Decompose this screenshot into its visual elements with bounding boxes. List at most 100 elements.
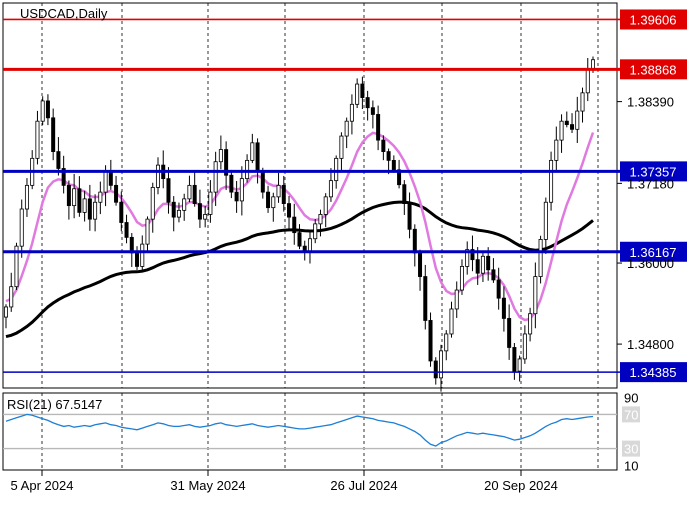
- candle-body-bull: [543, 201, 548, 240]
- candle-body-bull: [554, 139, 559, 161]
- candle-body-bull: [538, 239, 543, 277]
- candle: [538, 235, 543, 284]
- candle-body-bear: [255, 142, 260, 173]
- candle-body-bull: [150, 186, 155, 220]
- candle-body-bear: [56, 151, 61, 169]
- candle-body-bear: [124, 222, 129, 238]
- candle-body-bull: [155, 164, 160, 188]
- candle-body-bull: [454, 289, 459, 310]
- candle-body-bear: [512, 347, 517, 372]
- candle-body-bear: [402, 184, 407, 205]
- chart-title: USDCAD,Daily: [20, 6, 108, 21]
- candle-body-bear: [166, 178, 171, 203]
- candle-body-bull: [239, 178, 244, 202]
- level-label: 1.38868: [630, 62, 677, 77]
- level-label: 1.39606: [630, 12, 677, 27]
- candle-body-bull: [355, 83, 360, 105]
- candle: [40, 96, 45, 126]
- x-tick-label: 5 Apr 2024: [11, 478, 74, 493]
- candle-body-bull: [271, 196, 276, 209]
- candle-body-bull: [318, 214, 323, 225]
- candle-body-bear: [428, 320, 433, 362]
- candle-body-bear: [496, 279, 501, 299]
- chart-canvas: 1.396061.388681.373571.361671.34385 1.38…: [2, 2, 687, 493]
- candle-body-bull: [522, 333, 527, 360]
- candle-body-bull: [313, 223, 318, 240]
- candle-body-bull: [176, 209, 181, 218]
- candle-body-bull: [182, 198, 187, 211]
- candle-body-bear: [391, 159, 396, 171]
- x-tick-label: 20 Sep 2024: [484, 478, 558, 493]
- candle-body-bear: [45, 100, 50, 119]
- candle-body-bull: [591, 59, 596, 69]
- candle-body-bear: [507, 318, 512, 348]
- candle-body-bull: [580, 92, 585, 112]
- candle-body-bull: [344, 120, 349, 137]
- candle-body-bear: [370, 107, 375, 115]
- candle-body-bear: [197, 203, 202, 220]
- candle-body-bear: [376, 114, 381, 141]
- candle-body-bull: [517, 358, 522, 372]
- candle-body-bull: [323, 196, 328, 215]
- candle-body-bear: [491, 269, 496, 281]
- candle-body-bear: [135, 252, 140, 267]
- candle-body-bear: [570, 124, 575, 130]
- y-tick-label: 1.36000: [627, 256, 674, 271]
- candle: [549, 151, 554, 211]
- candle-body-bear: [229, 174, 234, 193]
- rsi-title: RSI(21) 67.5147: [7, 397, 102, 412]
- rsi-axis-label: 10: [624, 459, 638, 474]
- candle-body-bear: [287, 203, 292, 218]
- candle-body-bull: [213, 161, 218, 193]
- candle-body-bear: [302, 245, 307, 252]
- candle-body-bull: [328, 180, 333, 198]
- candle-body-bear: [365, 97, 370, 109]
- candle-body-bull: [98, 191, 103, 203]
- candle-body-bull: [35, 120, 40, 159]
- candle-body-bull: [549, 159, 554, 203]
- candle-body-bear: [407, 203, 412, 230]
- y-tick-label: 1.34800: [627, 337, 674, 352]
- candle-body-bear: [386, 151, 391, 161]
- candle-body-bear: [292, 216, 297, 234]
- candle-body-bull: [276, 184, 281, 198]
- candle-body-bear: [77, 188, 82, 213]
- candle-body-bear: [66, 184, 71, 207]
- candle-body-bear: [418, 252, 423, 277]
- candle-body-bull: [528, 313, 533, 335]
- candle: [428, 312, 433, 367]
- candle-body-bull: [334, 157, 339, 182]
- candle-body-bull: [4, 306, 9, 318]
- candle-body-bear: [297, 232, 302, 247]
- rsi-axis: 90 70 30 10: [622, 390, 640, 474]
- candle-body-bear: [360, 83, 365, 98]
- y-tick-label: 1.37180: [627, 176, 674, 191]
- candle-body-bear: [51, 117, 56, 152]
- candle-body-bull: [245, 159, 250, 180]
- rsi-axis-label: 30: [624, 442, 638, 457]
- candle-body-bull: [439, 350, 444, 379]
- x-tick-label: 26 Jul 2024: [330, 478, 397, 493]
- candle-body-bull: [575, 110, 580, 130]
- candle-body-bull: [459, 266, 464, 291]
- candle-body-bear: [192, 184, 197, 205]
- candle-body-bull: [145, 218, 150, 245]
- candle-body-bear: [234, 191, 239, 202]
- candle-body-bull: [203, 214, 208, 220]
- candle-body-bear: [486, 255, 491, 271]
- candle-body-bear: [501, 297, 506, 319]
- candle-body-bear: [423, 276, 428, 321]
- candle-body-bull: [208, 191, 213, 215]
- candle-body-bull: [444, 333, 449, 352]
- candle-body-bull: [9, 286, 14, 308]
- candle-body-bull: [585, 68, 590, 94]
- candle-body-bear: [260, 171, 265, 193]
- candle-body-bull: [72, 188, 77, 207]
- rsi-axis-label: 90: [624, 390, 638, 405]
- candle-body-bull: [103, 171, 108, 193]
- candle-body-bull: [339, 135, 344, 159]
- candle-body-bull: [40, 100, 45, 122]
- candle-body-bull: [140, 243, 145, 267]
- candle-body-bull: [24, 184, 29, 210]
- candle-body-bear: [171, 201, 176, 218]
